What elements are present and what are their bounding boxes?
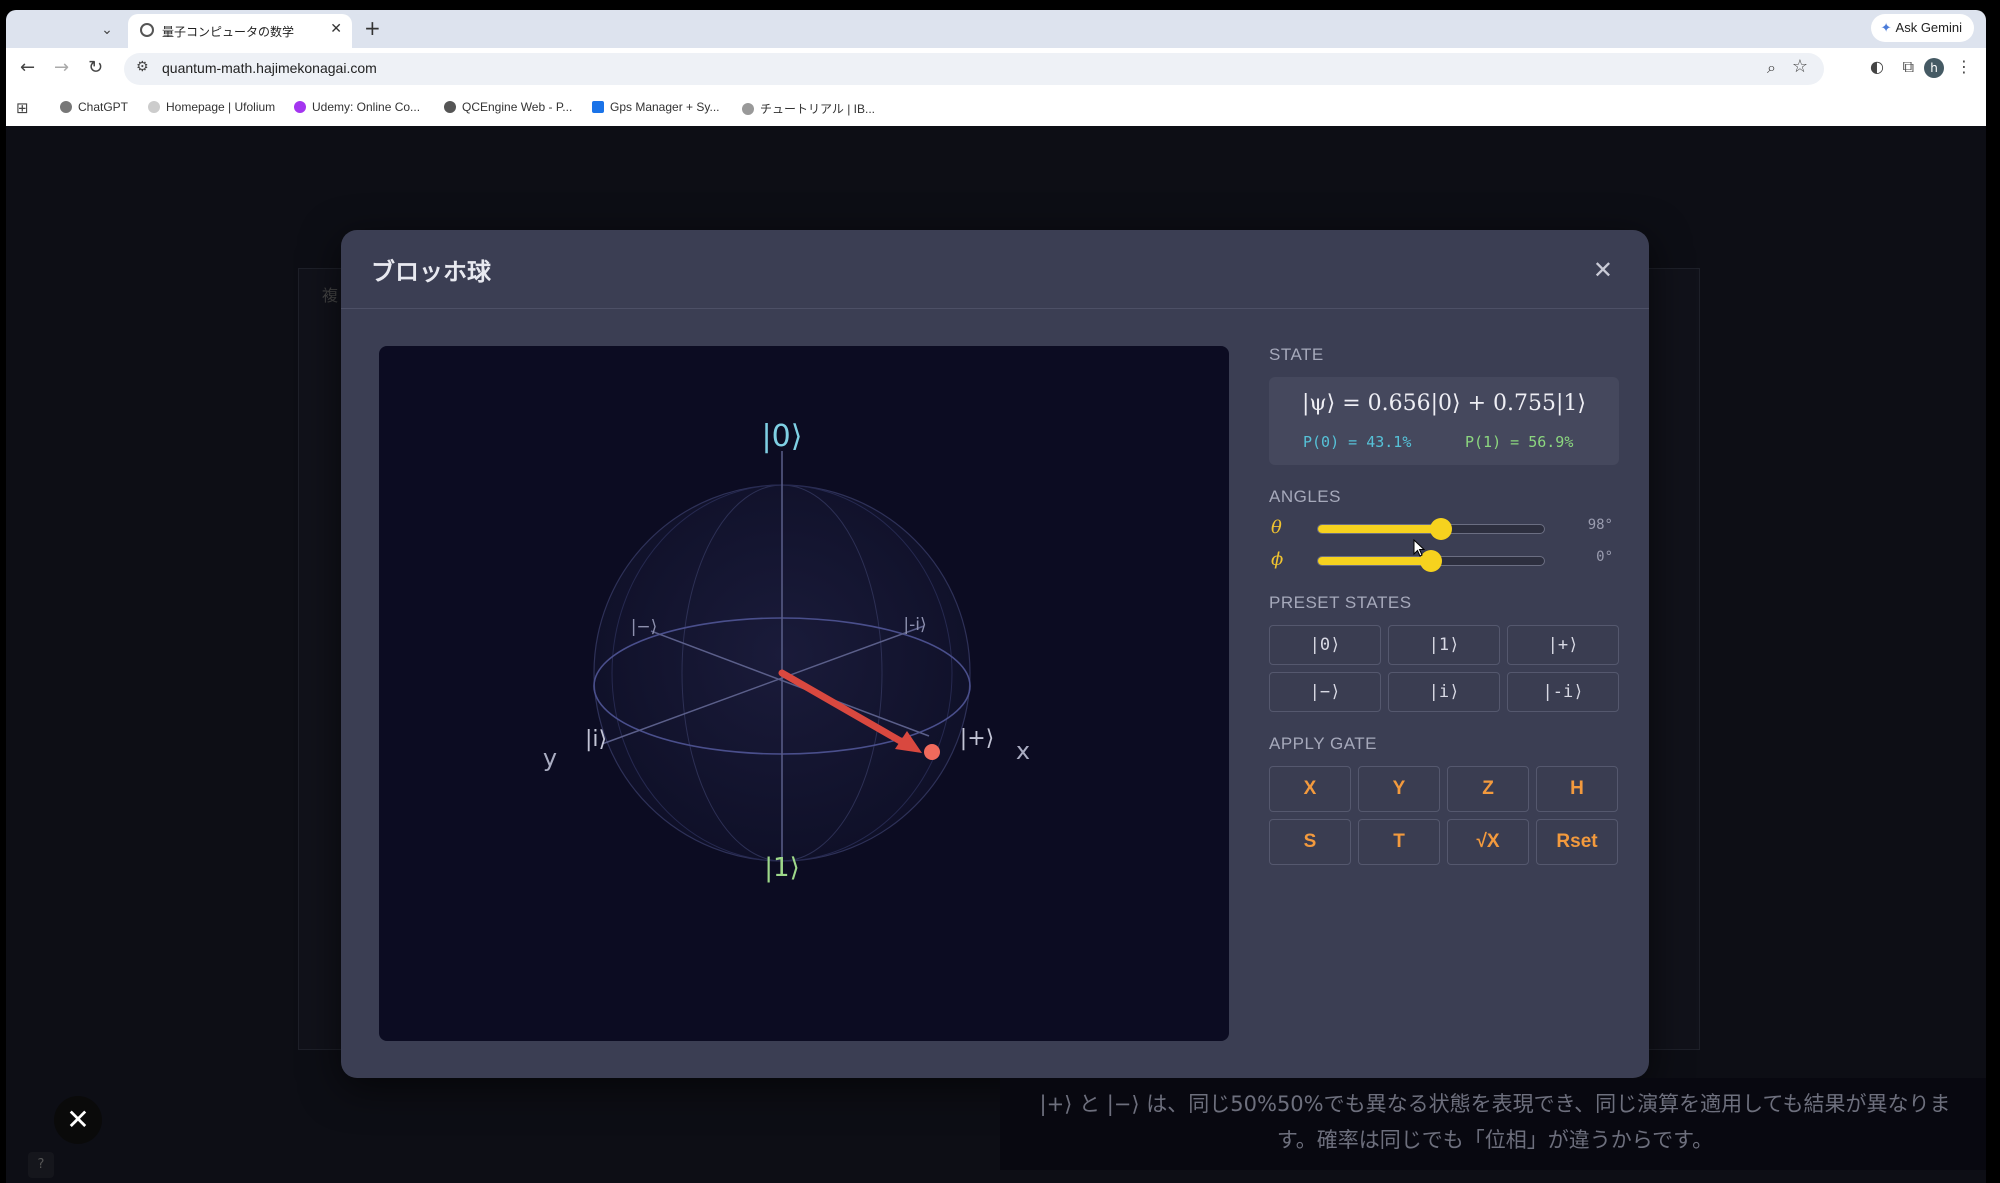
bookmark-star-icon[interactable]: ☆ — [1792, 56, 1808, 77]
phi-value: 0° — [1596, 549, 1613, 565]
theta-slider-thumb[interactable] — [1429, 518, 1452, 540]
minus-i-state-label: |-i⟩ — [903, 615, 926, 635]
subtitle-caption: |+⟩ と |−⟩ は、同じ50%50%でも異なる状態を表現でき、同じ演算を適用… — [1000, 1078, 1986, 1170]
tab-active[interactable]: 量子コンピュータの数学 ✕ — [128, 14, 352, 48]
theta-value: 98° — [1587, 517, 1613, 533]
bookmark-favicon — [444, 101, 456, 113]
gate-x-button[interactable]: X — [1269, 766, 1351, 812]
preset-i-button[interactable]: |i⟩ — [1388, 672, 1500, 712]
bloch-sphere-svg: |0⟩ |1⟩ |+⟩ |−⟩ |i⟩ |-i⟩ x y — [543, 419, 1030, 883]
bookmark-item[interactable]: ChatGPT — [60, 100, 128, 114]
gate-y-button[interactable]: Y — [1358, 766, 1440, 812]
bookmark-favicon — [60, 101, 72, 113]
extension-icon[interactable]: ◐ — [1870, 57, 1884, 76]
bookmark-item[interactable]: QCEngine Web - P... — [444, 100, 572, 114]
zero-state-label: |0⟩ — [762, 419, 803, 454]
caption-line-1: |+⟩ と |−⟩ は、同じ50%50%でも異なる状態を表現でき、同じ演算を適用… — [1039, 1092, 1951, 1116]
bookmark-favicon — [294, 101, 306, 113]
zoom-icon[interactable]: ⌕ — [1767, 58, 1776, 78]
browser-toolbar: ← → ↻ ⚙ quantum-math.hajimekonagai.com ⌕… — [6, 48, 1986, 90]
gate-z-button[interactable]: Z — [1447, 766, 1529, 812]
state-point — [924, 744, 940, 760]
avatar[interactable]: h — [1924, 58, 1944, 78]
address-bar[interactable]: ⚙ quantum-math.hajimekonagai.com ⌕ ☆ — [124, 53, 1824, 85]
presets-section-label: PRESET STATES — [1269, 593, 1412, 612]
bookmark-favicon — [592, 101, 604, 113]
ask-gemini-button[interactable]: ✦ Ask Gemini — [1870, 14, 1974, 42]
site-settings-icon[interactable]: ⚙ — [136, 59, 149, 75]
tab-close-icon[interactable]: ✕ — [330, 21, 342, 37]
url-text: quantum-math.hajimekonagai.com — [162, 60, 377, 76]
app-logo-icon[interactable]: ✕ — [54, 1096, 102, 1144]
reset-button[interactable]: Rset — [1536, 819, 1618, 865]
state-section-label: STATE — [1269, 345, 1324, 364]
theta-row: θ 98° — [1269, 513, 1619, 545]
y-axis-label: y — [543, 744, 557, 772]
minus-state-label: |−⟩ — [631, 617, 658, 637]
back-icon[interactable]: ← — [20, 57, 35, 78]
globe-icon — [140, 23, 154, 37]
tab-strip: ⌄ 量子コンピュータの数学 ✕ + ✦ Ask Gemini — [6, 10, 1986, 48]
phi-slider[interactable] — [1317, 550, 1545, 572]
one-state-label: |1⟩ — [764, 853, 799, 883]
modal-header: ブロッホ球 ✕ — [341, 230, 1649, 309]
control-panel: STATE |ψ⟩ = 0.656|0⟩ + 0.755|1⟩ P(0) = 4… — [1269, 345, 1619, 865]
bookmark-favicon — [148, 101, 160, 113]
x-axis-label: x — [1016, 737, 1030, 765]
menu-icon[interactable]: ⋮ — [1956, 57, 1972, 76]
preset-plus-button[interactable]: |+⟩ — [1507, 625, 1619, 665]
i-state-label: |i⟩ — [585, 727, 607, 752]
new-tab-button[interactable]: + — [364, 16, 381, 40]
background-text: 複 — [322, 286, 339, 305]
gate-t-button[interactable]: T — [1358, 819, 1440, 865]
theta-symbol: θ — [1271, 517, 1282, 538]
plus-state-label: |+⟩ — [960, 726, 994, 751]
state-formula: |ψ⟩ = 0.656|0⟩ + 0.755|1⟩ — [1301, 391, 1587, 416]
preset-zero-button[interactable]: |0⟩ — [1269, 625, 1381, 665]
page-content: 複 ブロッホ球 ✕ |0⟩ |1⟩ |+⟩ |−⟩ |i⟩ |-i⟩ x y S… — [6, 126, 1986, 1183]
preset-minus-i-button[interactable]: |-i⟩ — [1507, 672, 1619, 712]
tab-search-icon[interactable]: ⌄ — [94, 18, 120, 42]
caption-line-2: す。確率は同じでも「位相」が違うからです。 — [1276, 1128, 1714, 1152]
bloch-sphere-modal: ブロッホ球 ✕ |0⟩ |1⟩ |+⟩ |−⟩ |i⟩ |-i⟩ x y STA… — [341, 230, 1649, 1078]
reload-icon[interactable]: ↻ — [88, 57, 103, 78]
bookmark-item[interactable]: Udemy: Online Co... — [294, 100, 420, 114]
preset-states-grid: |0⟩ |1⟩ |+⟩ |−⟩ |i⟩ |-i⟩ — [1269, 625, 1619, 712]
state-display: |ψ⟩ = 0.656|0⟩ + 0.755|1⟩ P(0) = 43.1% P… — [1269, 377, 1619, 465]
theta-slider[interactable] — [1317, 518, 1545, 540]
gate-sqrt-x-button[interactable]: √X — [1447, 819, 1529, 865]
bookmark-item[interactable]: Gps Manager + Sy... — [592, 100, 720, 114]
browser-window: ⌄ 量子コンピュータの数学 ✕ + ✦ Ask Gemini ← → ↻ ⚙ qu… — [6, 10, 1986, 1183]
gates-grid: X Y Z H S T √X Rset — [1269, 766, 1619, 865]
mouse-cursor-icon — [1413, 539, 1425, 557]
puzzle-icon[interactable]: ⧉ — [1903, 57, 1914, 77]
apps-grid-icon[interactable]: ⊞ — [16, 99, 29, 117]
probability-zero: P(0) = 43.1% — [1303, 433, 1412, 451]
ask-gemini-label: Ask Gemini — [1895, 20, 1962, 35]
probability-one: P(1) = 56.9% — [1465, 433, 1574, 451]
phi-row: ϕ 0° — [1269, 545, 1619, 577]
gemini-spark-icon: ✦ — [1880, 20, 1892, 35]
phi-symbol: ϕ — [1271, 549, 1284, 570]
gate-h-button[interactable]: H — [1536, 766, 1618, 812]
bookmark-item[interactable]: チュートリアル | IB... — [742, 100, 875, 117]
theta-slider-fill — [1318, 525, 1441, 533]
help-button[interactable]: ? — [28, 1152, 54, 1178]
preset-minus-button[interactable]: |−⟩ — [1269, 672, 1381, 712]
angles-section-label: ANGLES — [1269, 487, 1341, 506]
preset-one-button[interactable]: |1⟩ — [1388, 625, 1500, 665]
gate-s-button[interactable]: S — [1269, 819, 1351, 865]
bloch-sphere-canvas[interactable]: |0⟩ |1⟩ |+⟩ |−⟩ |i⟩ |-i⟩ x y — [379, 346, 1229, 1041]
forward-icon[interactable]: → — [54, 57, 69, 78]
close-icon[interactable]: ✕ — [1593, 256, 1613, 284]
tab-title: 量子コンピュータの数学 — [162, 25, 295, 39]
bookmark-favicon — [742, 103, 754, 115]
bookmark-item[interactable]: Homepage | Ufolium — [148, 100, 275, 114]
gates-section-label: APPLY GATE — [1269, 734, 1377, 753]
bookmarks-bar: ⊞ ChatGPT Homepage | Ufolium Udemy: Onli… — [6, 90, 1986, 127]
phi-slider-fill — [1318, 557, 1431, 565]
modal-title: ブロッホ球 — [371, 258, 491, 286]
